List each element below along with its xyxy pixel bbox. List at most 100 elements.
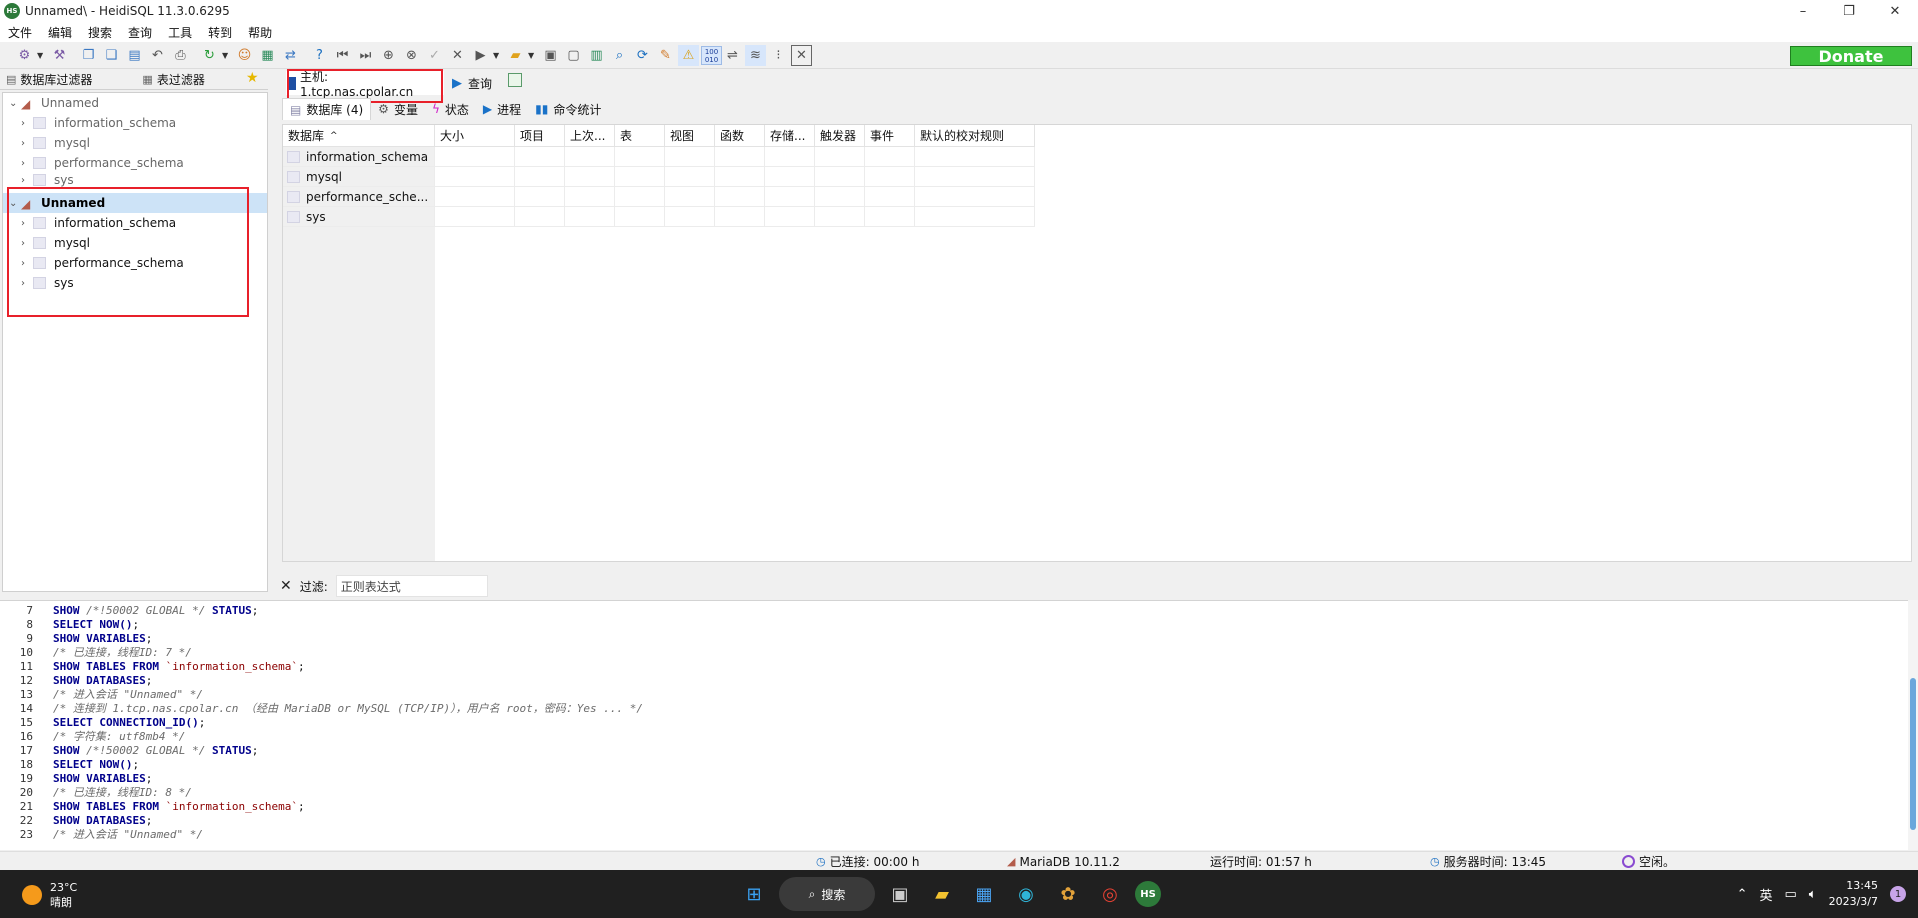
folder-dropdown-icon[interactable]: ▼ (528, 51, 538, 60)
col-header[interactable]: 大小 (435, 125, 515, 147)
run-query-icon[interactable]: ▶ (470, 45, 491, 66)
delete-record-icon[interactable]: ⊗ (401, 45, 422, 66)
user-manager-icon[interactable]: ☺ (234, 45, 255, 66)
close-tab-icon[interactable]: ✕ (791, 45, 812, 66)
chrome-browser-icon[interactable]: ◎ (1093, 877, 1127, 911)
refresh-dropdown-icon[interactable]: ▼ (222, 51, 232, 60)
grid-cell-database[interactable]: mysql (283, 167, 435, 187)
expand-icon[interactable]: › (21, 158, 25, 169)
database-filter-tab[interactable]: ▤ 数据库过滤器 (0, 70, 98, 90)
menu-edit[interactable]: 编辑 (40, 24, 80, 41)
edge-browser-icon[interactable]: ◉ (1009, 877, 1043, 911)
menu-query[interactable]: 查询 (120, 24, 160, 41)
col-header[interactable]: 上次... (565, 125, 615, 147)
taskbar-search[interactable]: ⌕ 搜索 (779, 877, 875, 911)
tree-db-node[interactable]: › information_schema (3, 113, 267, 133)
last-record-icon[interactable]: ⏭ (355, 45, 376, 66)
tab-query[interactable]: ▶ 查询 (452, 71, 492, 95)
find-icon[interactable]: ⌕ (609, 45, 630, 66)
paste-icon[interactable]: ❑ (101, 45, 122, 66)
cancel-edit-icon[interactable]: ✕ (447, 45, 468, 66)
close-window-button[interactable]: ✕ (1872, 0, 1918, 22)
post-icon[interactable]: ✓ (424, 45, 445, 66)
copy-icon[interactable]: ❐ (78, 45, 99, 66)
ime-indicator[interactable]: 英 (1759, 885, 1772, 904)
clear-icon[interactable]: ✎ (655, 45, 676, 66)
menu-tools[interactable]: 工具 (160, 24, 200, 41)
tree-db-node[interactable]: › mysql (3, 133, 267, 153)
open-folder-icon[interactable]: ▰ (505, 45, 526, 66)
beautify-icon[interactable]: ▥ (586, 45, 607, 66)
task-view-icon[interactable]: ▣ (883, 877, 917, 911)
volume-icon[interactable]: 🔈︎ (1809, 887, 1817, 902)
weather-widget[interactable]: 23°C 晴朗 (22, 880, 77, 910)
save-as-icon[interactable]: ▢ (563, 45, 584, 66)
notification-badge[interactable]: 1 (1890, 886, 1906, 902)
heidisql-taskbar-icon[interactable]: HS (1135, 881, 1161, 907)
tab-processes[interactable]: ▶ 进程 (476, 98, 528, 120)
table-row[interactable]: information_schema (283, 147, 1035, 167)
save-icon[interactable]: ▣ (540, 45, 561, 66)
expand-icon[interactable]: › (21, 175, 25, 186)
refresh-icon[interactable]: ↻ (199, 45, 220, 66)
print-icon[interactable]: ⎙ (170, 45, 191, 66)
col-header[interactable]: 触发器 (815, 125, 865, 147)
tab-databases[interactable]: ▤ 数据库 (4) (282, 98, 372, 120)
col-header-database[interactable]: 数据库 ^ (283, 125, 435, 147)
tray-expand-icon[interactable]: ⌃ (1737, 887, 1748, 902)
filter-input[interactable]: 正则表达式 (335, 575, 488, 597)
col-header[interactable]: 项目 (515, 125, 565, 147)
tab-variables[interactable]: ⚙ 变量 (371, 98, 425, 120)
col-header[interactable]: 事件 (865, 125, 915, 147)
network-icon[interactable]: ▭ (1784, 887, 1796, 902)
table-row[interactable]: mysql (283, 167, 1035, 187)
col-header[interactable]: 视图 (665, 125, 715, 147)
run-dropdown-icon[interactable]: ▼ (493, 51, 503, 60)
donate-button[interactable]: Donate (1790, 46, 1912, 66)
export-icon[interactable]: ▦ (257, 45, 278, 66)
col-header[interactable]: 表 (615, 125, 665, 147)
col-header[interactable]: 存储... (765, 125, 815, 147)
tree-db-node[interactable]: › performance_schema (3, 153, 267, 173)
start-windows-icon[interactable]: ⊞ (737, 877, 771, 911)
sync-icon[interactable]: ⇄ (280, 45, 301, 66)
log-scroll-thumb[interactable] (1910, 678, 1916, 830)
help-icon[interactable]: ? (309, 45, 330, 66)
file-explorer-icon[interactable]: ▰ (925, 877, 959, 911)
grid-cell-database[interactable]: sys (283, 207, 435, 227)
binary-toggle-icon[interactable]: 100 010 (701, 46, 722, 65)
store-icon[interactable]: ▦ (967, 877, 1001, 911)
wrap-icon[interactable]: ⇌ (722, 45, 743, 66)
table-row[interactable]: performance_sche... (283, 187, 1035, 207)
minimize-button[interactable]: – (1780, 0, 1826, 22)
menu-file[interactable]: 文件 (0, 24, 40, 41)
close-filter-icon[interactable]: ✕ (280, 578, 292, 594)
new-query-tab-icon[interactable] (508, 73, 522, 87)
menu-help[interactable]: 帮助 (240, 24, 280, 41)
sql-log[interactable]: 7 SHOW /*!50002 GLOBAL */ STATUS; 8 SELECT … (0, 600, 1918, 850)
menu-goto[interactable]: 转到 (200, 24, 240, 41)
warning-icon[interactable]: ⚠ (678, 45, 699, 66)
insert-record-icon[interactable]: ⊕ (378, 45, 399, 66)
collapse-icon[interactable]: ⌄ (9, 98, 17, 109)
session-dropdown-icon[interactable]: ▼ (37, 51, 47, 60)
maximize-button[interactable]: ❐ (1826, 0, 1872, 22)
tree-db-node[interactable]: › sys (3, 173, 267, 187)
disconnect-icon[interactable]: ⚒ (49, 45, 70, 66)
session-manager-icon[interactable]: ⚙ (14, 45, 35, 66)
clipboard-icon[interactable]: ▤ (124, 45, 145, 66)
tree-server-node[interactable]: ⌄ ◢ Unnamed (3, 93, 267, 113)
table-row[interactable]: sys (283, 207, 1035, 227)
expand-icon[interactable]: › (21, 118, 25, 129)
expand-icon[interactable]: › (21, 138, 25, 149)
grid-cell-database[interactable]: information_schema (283, 147, 435, 167)
favorites-star-icon[interactable]: ★ (246, 70, 259, 86)
options-icon[interactable]: ⁝ (768, 45, 789, 66)
undo-icon[interactable]: ↶ (147, 45, 168, 66)
menu-search[interactable]: 搜索 (80, 24, 120, 41)
photos-app-icon[interactable]: ✿ (1051, 877, 1085, 911)
col-header[interactable]: 默认的校对规则 (915, 125, 1035, 147)
taskbar-clock[interactable]: 13:45 2023/3/7 (1829, 878, 1878, 910)
tab-command-stats[interactable]: ▮▮ 命令统计 (528, 98, 608, 120)
replace-icon[interactable]: ⟳ (632, 45, 653, 66)
